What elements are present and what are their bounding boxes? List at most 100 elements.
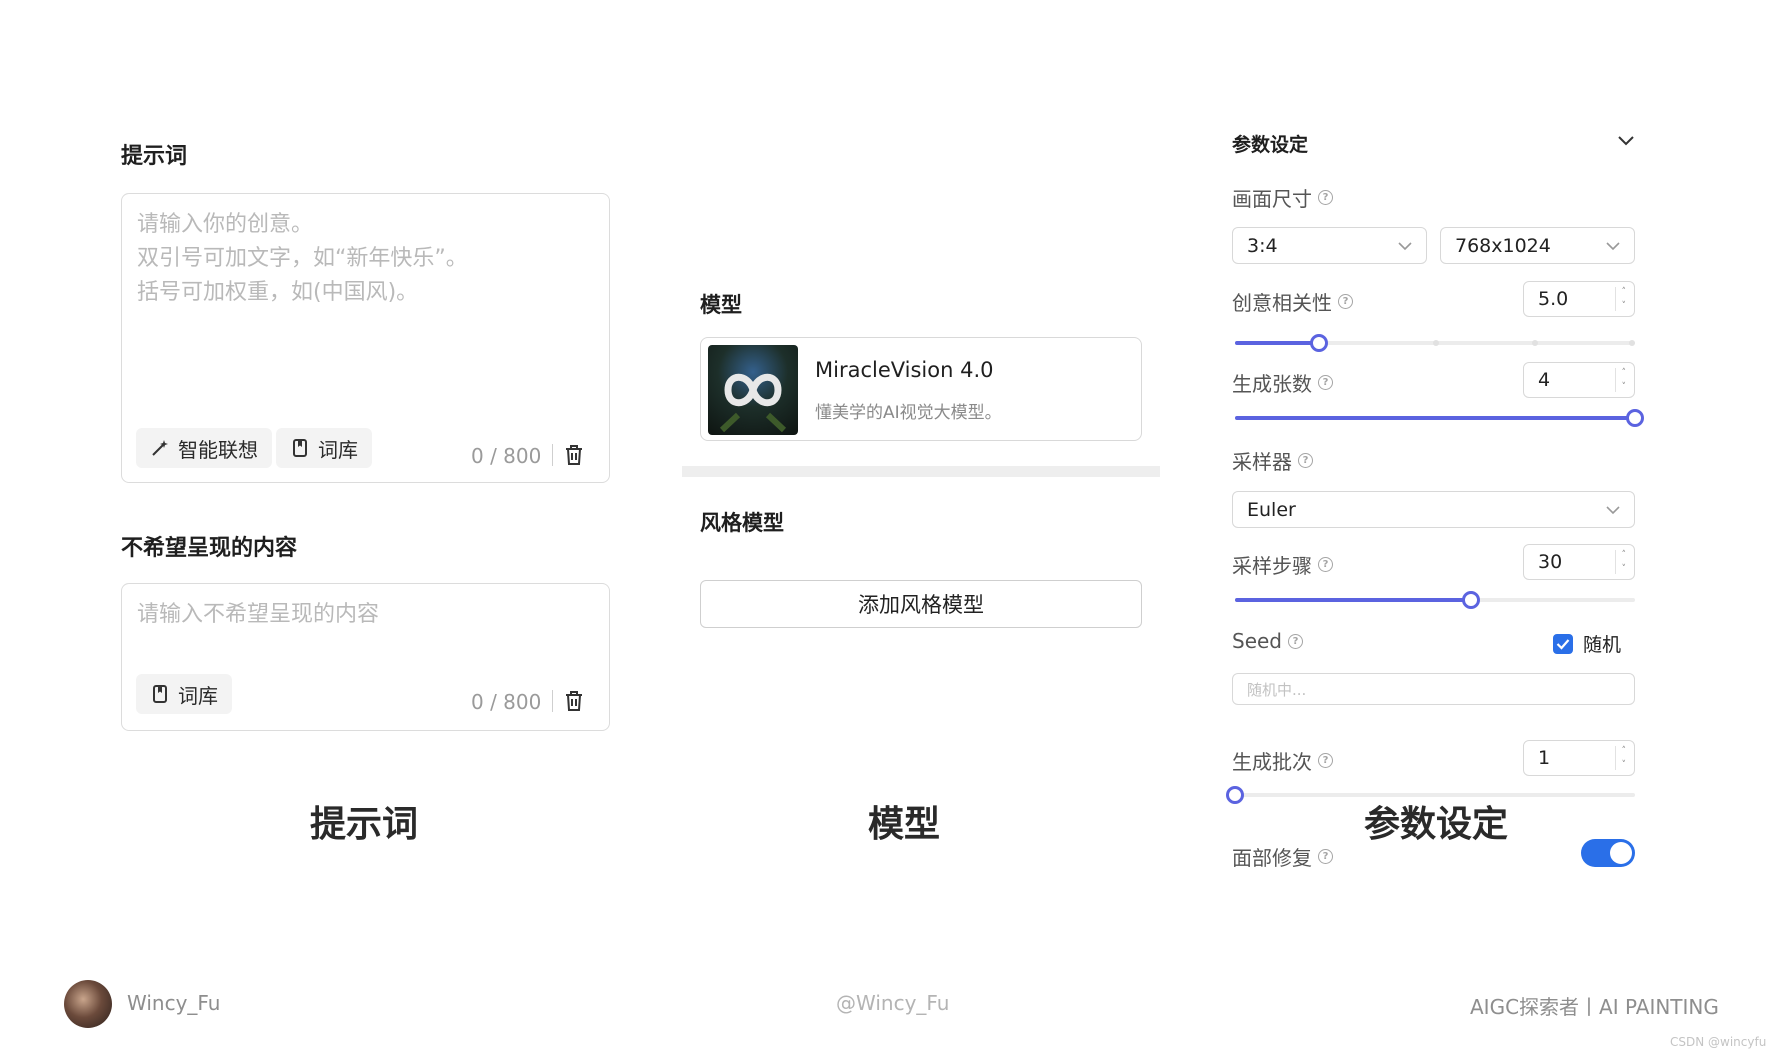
caption-prompt: 提示词: [310, 804, 419, 845]
seed-label: Seed ?: [1232, 629, 1303, 653]
watermark: CSDN @wincyfu: [1670, 1035, 1767, 1049]
sampler-value: Euler: [1247, 498, 1296, 521]
negative-library-label: 词库: [178, 683, 218, 708]
ratio-value: 3:4: [1247, 234, 1278, 257]
spin-buttons[interactable]: ˄ ˅: [1614, 368, 1626, 392]
help-icon[interactable]: ?: [1318, 190, 1333, 205]
avatar: [64, 980, 112, 1028]
checkbox-checked-icon[interactable]: [1553, 633, 1573, 654]
prompt-library-label: 词库: [318, 437, 358, 462]
slider-handle[interactable]: [1626, 409, 1644, 427]
footer-handle: @Wincy_Fu: [836, 991, 950, 1015]
model-thumbnail: [708, 345, 798, 435]
prompt-textbox[interactable]: 请输入你的创意。 双引号可加文字，如“新年快乐”。 括号可加权重，如(中国风)。…: [121, 193, 610, 483]
help-icon[interactable]: ?: [1318, 375, 1333, 390]
divider: [552, 444, 553, 466]
slider-mark: [1433, 340, 1439, 346]
smart-suggest-label: 智能联想: [178, 437, 258, 462]
batch-stepper[interactable]: 1 ˄ ˅: [1523, 740, 1635, 776]
steps-label-text: 采样步骤: [1232, 554, 1312, 578]
seed-label-text: Seed: [1232, 629, 1282, 653]
slider-handle[interactable]: [1226, 786, 1244, 804]
ratio-select[interactable]: 3:4: [1232, 227, 1427, 264]
params-title: 参数设定: [1232, 134, 1309, 156]
model-title: 模型: [700, 293, 742, 317]
count-stepper[interactable]: 4 ˄ ˅: [1523, 362, 1635, 398]
help-icon[interactable]: ?: [1288, 633, 1303, 649]
slider-fill: [1235, 598, 1471, 602]
negative-title: 不希望呈现的内容: [121, 536, 298, 561]
resolution-select[interactable]: 768x1024: [1440, 227, 1635, 264]
resolution-value: 768x1024: [1455, 234, 1551, 257]
negative-textbox[interactable]: 请输入不希望呈现的内容 词库 0 / 800: [121, 583, 610, 731]
divider: [552, 690, 553, 712]
footer-author: Wincy_Fu: [127, 991, 221, 1015]
prompt-library-button[interactable]: 词库: [276, 428, 372, 468]
face-fix-toggle[interactable]: [1581, 839, 1635, 867]
size-label-text: 画面尺寸: [1232, 187, 1312, 211]
book-icon: [293, 439, 307, 457]
magic-wand-icon: [152, 440, 168, 456]
negative-char-counter: 0 / 800: [471, 690, 542, 714]
slider-mark: [1629, 340, 1635, 346]
help-icon[interactable]: ?: [1318, 849, 1333, 864]
negative-placeholder: 请输入不希望呈现的内容: [137, 602, 380, 627]
face-fix-label-text: 面部修复: [1232, 846, 1312, 870]
trash-icon[interactable]: [564, 690, 584, 712]
footer-tagline: AIGC探索者丨AI PAINTING: [1470, 995, 1719, 1019]
sampler-label-text: 采样器: [1232, 450, 1292, 474]
slider-handle[interactable]: [1462, 591, 1480, 609]
spin-buttons[interactable]: ˄ ˅: [1614, 746, 1626, 770]
help-icon[interactable]: ?: [1318, 557, 1333, 572]
help-icon[interactable]: ?: [1338, 294, 1353, 309]
sampler-label: 采样器 ?: [1232, 446, 1313, 475]
chevron-down-icon: [1398, 241, 1412, 250]
book-icon: [153, 685, 167, 703]
model-name: MiracleVision 4.0: [815, 358, 994, 382]
steps-label: 采样步骤 ?: [1232, 550, 1333, 579]
count-label-text: 生成张数: [1232, 372, 1312, 396]
prompt-placeholder: 请输入你的创意。 双引号可加文字，如“新年快乐”。 括号可加权重，如(中国风)。: [137, 212, 468, 305]
help-icon[interactable]: ?: [1298, 453, 1313, 468]
slider-fill: [1235, 416, 1635, 420]
creativity-slider[interactable]: [1235, 334, 1635, 352]
prompt-title: 提示词: [121, 144, 188, 169]
count-slider[interactable]: [1235, 409, 1644, 427]
caption-model: 模型: [868, 804, 941, 845]
seed-random-label: 随机: [1583, 634, 1622, 656]
face-fix-label: 面部修复 ?: [1232, 842, 1333, 871]
model-description: 懂美学的AI视觉大模型。: [815, 403, 1002, 423]
creativity-label: 创意相关性 ?: [1232, 287, 1353, 316]
count-value: 4: [1538, 369, 1551, 391]
smart-suggest-button[interactable]: 智能联想: [136, 428, 272, 468]
section-divider: [682, 466, 1160, 477]
sampler-select[interactable]: Euler: [1232, 491, 1635, 528]
slider-handle[interactable]: [1310, 334, 1328, 352]
creativity-stepper[interactable]: 5.0 ˄ ˅: [1523, 281, 1635, 317]
spin-buttons[interactable]: ˄ ˅: [1614, 287, 1626, 311]
chevron-down-icon[interactable]: [1617, 134, 1635, 148]
size-label: 画面尺寸 ?: [1232, 183, 1333, 212]
seed-input[interactable]: 随机中...: [1232, 673, 1635, 705]
chevron-down-icon: [1606, 241, 1620, 250]
infinity-logo-icon: [719, 373, 787, 433]
steps-value: 30: [1538, 551, 1563, 573]
creativity-value: 5.0: [1538, 288, 1569, 310]
spin-buttons[interactable]: ˄ ˅: [1614, 550, 1626, 574]
prompt-char-counter: 0 / 800: [471, 444, 542, 468]
trash-icon[interactable]: [564, 444, 584, 466]
steps-stepper[interactable]: 30 ˄ ˅: [1523, 544, 1635, 580]
model-card[interactable]: MiracleVision 4.0 懂美学的AI视觉大模型。: [700, 337, 1142, 441]
add-style-model-button[interactable]: 添加风格模型: [700, 580, 1142, 628]
steps-slider[interactable]: [1235, 591, 1635, 609]
caption-params: 参数设定: [1364, 804, 1509, 845]
seed-random-checkbox[interactable]: 随机: [1553, 630, 1621, 657]
batch-label: 生成批次 ?: [1232, 746, 1333, 775]
negative-library-button[interactable]: 词库: [136, 674, 232, 714]
slider-fill: [1235, 341, 1319, 345]
creativity-label-text: 创意相关性: [1232, 291, 1332, 315]
count-label: 生成张数 ?: [1232, 368, 1333, 397]
help-icon[interactable]: ?: [1318, 753, 1333, 768]
style-model-title: 风格模型: [700, 511, 784, 535]
slider-mark: [1532, 340, 1538, 346]
